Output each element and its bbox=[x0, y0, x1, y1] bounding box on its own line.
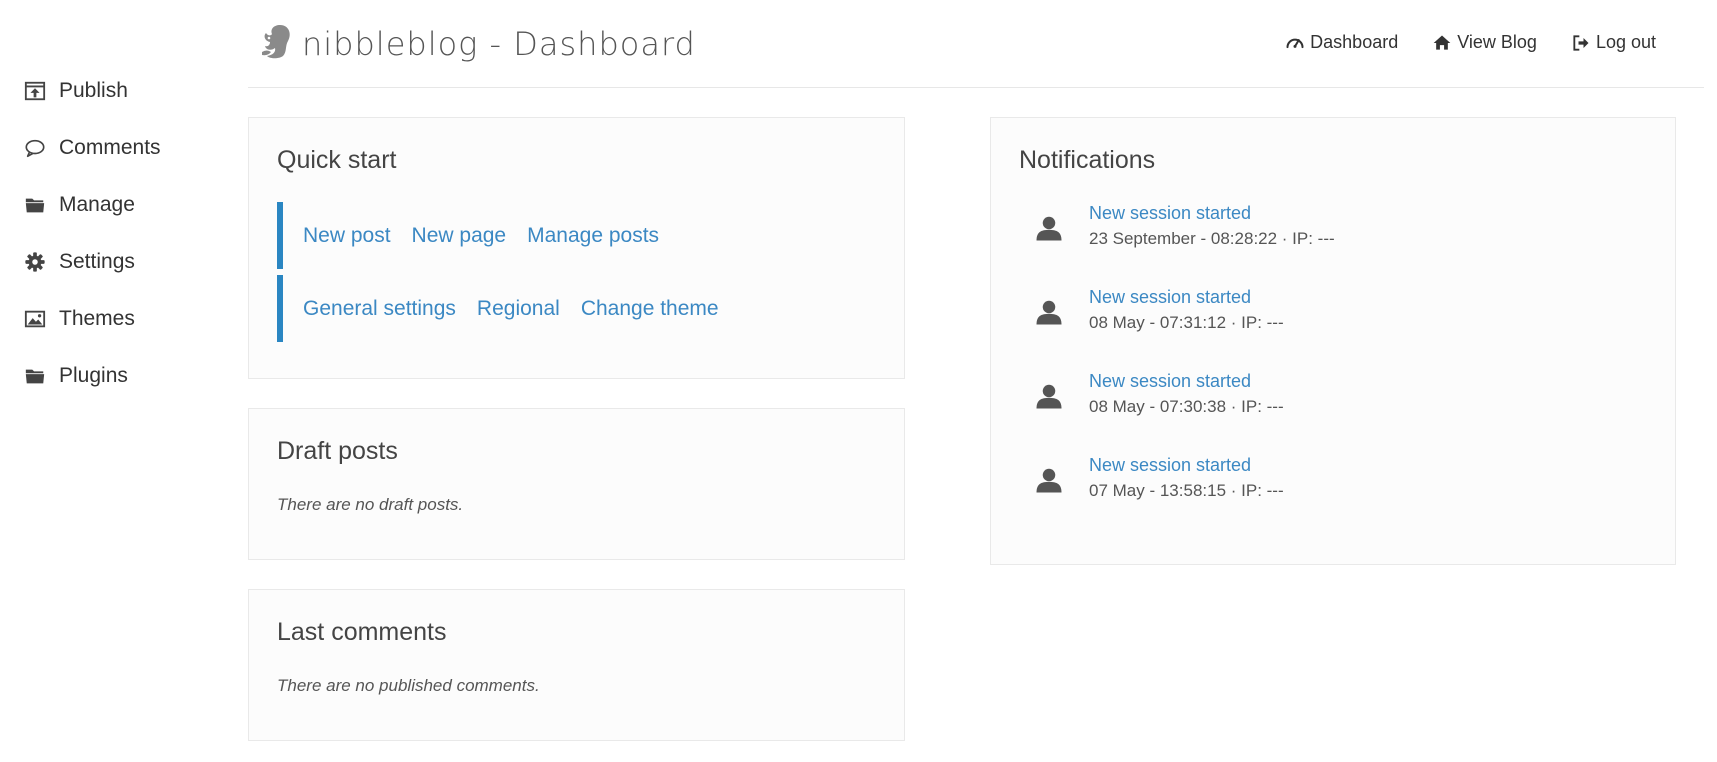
sidebar-menu: Publish Comments Manage Settings Themes bbox=[24, 62, 161, 404]
image-icon bbox=[24, 308, 46, 330]
notification-body: New session started 08 May - 07:30:38 · … bbox=[1089, 369, 1284, 421]
sidebar-item-themes[interactable]: Themes bbox=[24, 290, 161, 347]
logout-icon bbox=[1571, 33, 1591, 53]
draft-posts-panel: Draft posts There are no draft posts. bbox=[248, 408, 905, 560]
new-post-link[interactable]: New post bbox=[303, 224, 391, 248]
publish-icon bbox=[24, 80, 46, 102]
sidebar-item-publish[interactable]: Publish bbox=[24, 62, 161, 119]
page-title: nibbleblog - Dashboard bbox=[302, 24, 696, 63]
empty-message: There are no draft posts. bbox=[277, 495, 464, 514]
general-settings-link[interactable]: General settings bbox=[303, 297, 456, 321]
sidebar-item-label: Plugins bbox=[59, 363, 128, 387]
sidebar-item-label: Manage bbox=[59, 192, 135, 216]
sidebar-item-label: Comments bbox=[59, 135, 161, 159]
user-icon bbox=[1019, 201, 1089, 248]
notification-body: New session started 08 May - 07:31:12 · … bbox=[1089, 285, 1284, 337]
brand: nibbleblog - Dashboard bbox=[258, 22, 696, 65]
notification-link[interactable]: New session started bbox=[1089, 369, 1284, 393]
notification-body: New session started 07 May - 13:58:15 · … bbox=[1089, 453, 1284, 505]
sidebar: Publish Comments Manage Settings Themes bbox=[0, 0, 230, 762]
gear-icon bbox=[24, 251, 46, 273]
sidebar-item-settings[interactable]: Settings bbox=[24, 233, 161, 290]
user-icon bbox=[1019, 285, 1089, 332]
panel-title: Draft posts bbox=[277, 437, 398, 465]
comment-icon bbox=[24, 137, 46, 159]
notification-meta: 07 May - 13:58:15 · IP: --- bbox=[1089, 481, 1284, 500]
notifications-panel: Notifications New session started 23 Sep… bbox=[990, 117, 1676, 565]
sidebar-item-label: Themes bbox=[59, 306, 135, 330]
sidebar-item-label: Publish bbox=[59, 78, 128, 102]
sidebar-item-manage[interactable]: Manage bbox=[24, 176, 161, 233]
home-icon bbox=[1432, 33, 1452, 53]
squirrel-logo-icon bbox=[258, 22, 302, 65]
quick-start-links: New post New page Manage posts General s… bbox=[277, 202, 876, 342]
nav-logout[interactable]: Log out bbox=[1571, 32, 1656, 53]
quick-start-panel: Quick start New post New page Manage pos… bbox=[248, 117, 905, 379]
top-header: nibbleblog - Dashboard Dashboard View Bl… bbox=[248, 0, 1704, 88]
folder-icon bbox=[24, 194, 46, 216]
manage-posts-link[interactable]: Manage posts bbox=[527, 224, 659, 248]
folder-icon bbox=[24, 365, 46, 387]
list-item: New session started 23 September - 08:28… bbox=[1019, 201, 1647, 285]
sidebar-item-plugins[interactable]: Plugins bbox=[24, 347, 161, 404]
quick-start-row-content: New post New page Manage posts bbox=[277, 202, 876, 269]
empty-message: There are no published comments. bbox=[277, 676, 540, 695]
user-icon bbox=[1019, 453, 1089, 500]
notification-meta: 08 May - 07:31:12 · IP: --- bbox=[1089, 313, 1284, 332]
last-comments-panel: Last comments There are no published com… bbox=[248, 589, 905, 741]
nav-label: Dashboard bbox=[1310, 32, 1399, 52]
panel-title: Notifications bbox=[1019, 146, 1156, 174]
list-item: New session started 08 May - 07:30:38 · … bbox=[1019, 369, 1647, 453]
nav-label: Log out bbox=[1595, 32, 1656, 52]
notification-link[interactable]: New session started bbox=[1089, 285, 1284, 309]
change-theme-link[interactable]: Change theme bbox=[581, 297, 719, 321]
regional-link[interactable]: Regional bbox=[477, 297, 560, 321]
dashboard-gauge-icon bbox=[1285, 33, 1305, 53]
nav-view-blog[interactable]: View Blog bbox=[1432, 32, 1537, 53]
nav-dashboard[interactable]: Dashboard bbox=[1285, 32, 1398, 53]
new-page-link[interactable]: New page bbox=[412, 224, 507, 248]
sidebar-item-label: Settings bbox=[59, 249, 135, 273]
nav-label: View Blog bbox=[1457, 32, 1537, 52]
panel-title: Last comments bbox=[277, 618, 447, 646]
quick-start-row-settings: General settings Regional Change theme bbox=[277, 275, 876, 342]
panel-title: Quick start bbox=[277, 146, 397, 174]
notification-body: New session started 23 September - 08:28… bbox=[1089, 201, 1335, 253]
notification-list: New session started 23 September - 08:28… bbox=[1019, 201, 1647, 537]
top-nav: Dashboard View Blog Log out bbox=[1251, 32, 1656, 53]
user-icon bbox=[1019, 369, 1089, 416]
notification-link[interactable]: New session started bbox=[1089, 201, 1335, 225]
notification-link[interactable]: New session started bbox=[1089, 453, 1284, 477]
list-item: New session started 07 May - 13:58:15 · … bbox=[1019, 453, 1647, 537]
notification-meta: 08 May - 07:30:38 · IP: --- bbox=[1089, 397, 1284, 416]
sidebar-item-comments[interactable]: Comments bbox=[24, 119, 161, 176]
list-item: New session started 08 May - 07:31:12 · … bbox=[1019, 285, 1647, 369]
notification-meta: 23 September - 08:28:22 · IP: --- bbox=[1089, 229, 1335, 248]
